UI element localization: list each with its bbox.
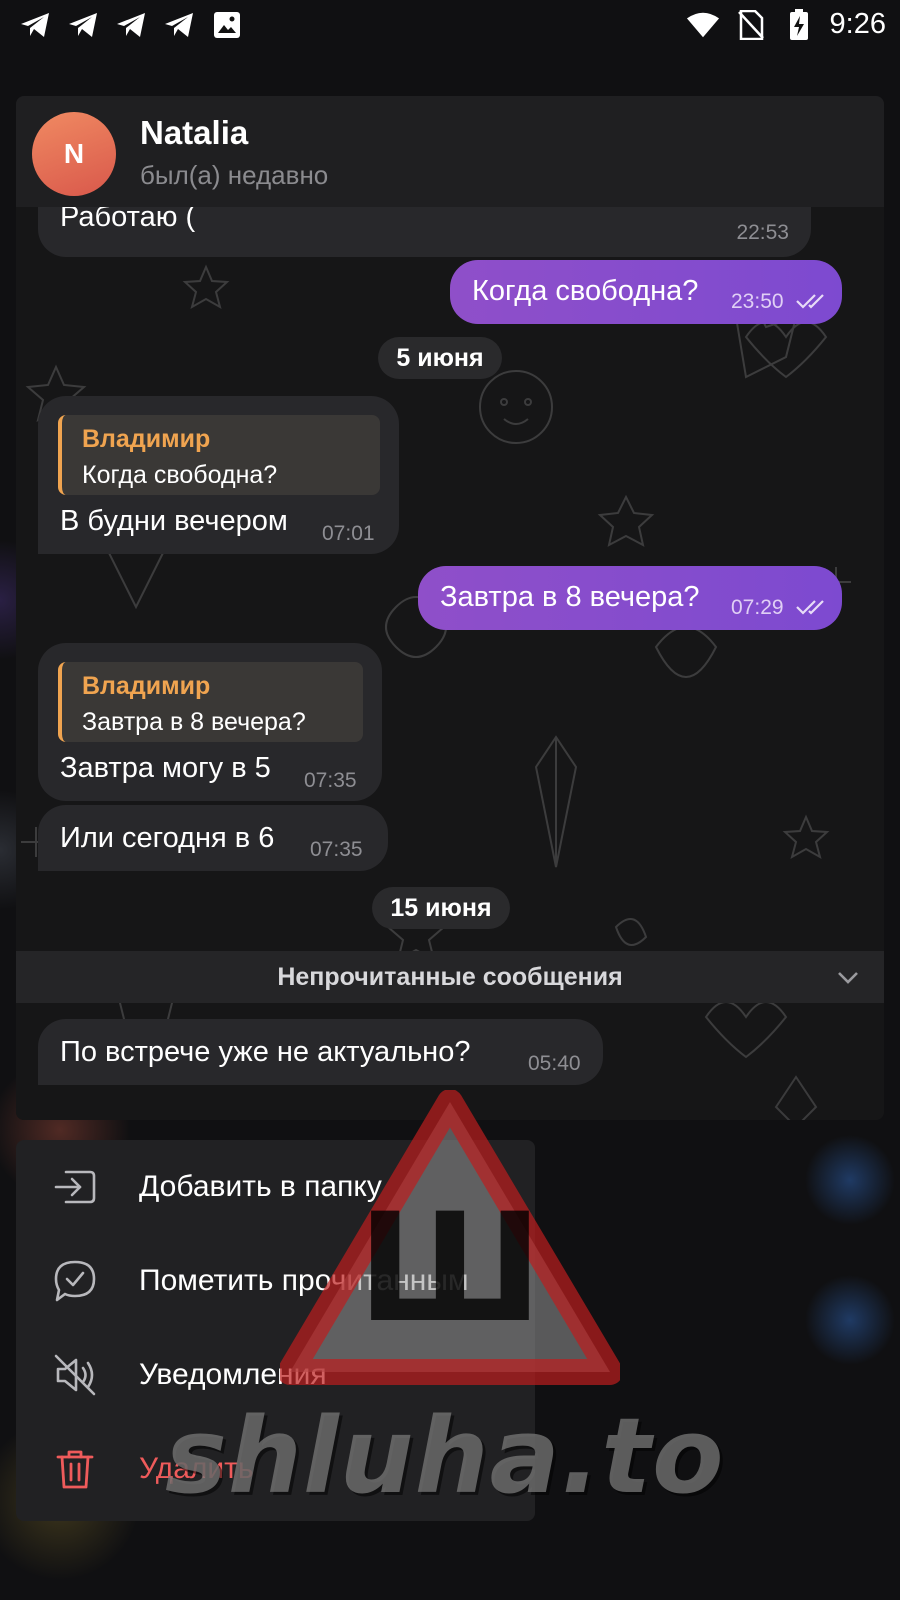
reply-text: Когда свободна? [82, 461, 278, 489]
message-bubble-incoming[interactable]: По встрече уже не актуально? 05:40 [38, 1019, 603, 1085]
message-bubble-incoming[interactable]: Владимир Завтра в 8 вечера? Завтра могу … [38, 643, 382, 801]
reply-quote[interactable]: Владимир Завтра в 8 вечера? [58, 662, 363, 742]
telegram-icon [18, 10, 52, 40]
message-text: Завтра в 8 вечера? [440, 581, 700, 613]
double-check-icon [796, 294, 824, 309]
message-bubble-incoming[interactable]: Или сегодня в 6 07:35 [38, 805, 388, 871]
message-bubble-outgoing[interactable]: Когда свободна? 23:50 [450, 260, 842, 324]
wifi-icon [686, 10, 720, 40]
mute-icon [54, 1354, 96, 1396]
message-time: 07:01 [322, 522, 375, 545]
chevron-down-icon[interactable] [836, 965, 860, 989]
double-check-icon [796, 600, 824, 615]
reply-quote[interactable]: Владимир Когда свободна? [58, 415, 380, 495]
chat-messages-area[interactable]: Работаю ( 22:53 Когда свободна? 23:50 5 … [16, 207, 884, 1120]
message-bubble-incoming[interactable]: Работаю ( 22:53 [38, 207, 811, 257]
message-text: Завтра могу в 5 [60, 752, 271, 784]
trash-icon [56, 1450, 94, 1489]
message-time: 05:40 [528, 1052, 581, 1075]
message-text: Когда свободна? [472, 275, 699, 307]
chat-preview-card[interactable]: N Natalia был(а) недавно Работаю (22:53… [16, 96, 884, 1120]
unread-messages-bar[interactable]: Непрочитанные сообщения [16, 951, 884, 1003]
message-text: Работаю ( [60, 207, 196, 233]
message-text: По встрече уже не актуально? [60, 1036, 471, 1068]
message-text: Или сегодня в 6 [60, 822, 275, 854]
reply-author: Владимир [82, 672, 211, 700]
reply-text: Завтра в 8 вечера? [82, 708, 306, 736]
chat-header[interactable]: N Natalia был(а) недавно [16, 96, 884, 207]
message-time: 07:35 [310, 838, 363, 861]
message-time: 23:50 [731, 290, 784, 313]
unread-messages-label: Непрочитанные сообщения [277, 963, 623, 991]
telegram-icon [66, 10, 100, 40]
chat-check-icon [54, 1260, 96, 1302]
reply-author: Владимир [82, 425, 211, 453]
message-bubble-incoming[interactable]: Владимир Когда свободна? В будни вечером… [38, 396, 399, 554]
image-icon [210, 10, 244, 40]
message-text: В будни вечером [60, 505, 288, 537]
message-time: 07:29 [731, 596, 784, 619]
chat-title: Natalia [140, 114, 249, 151]
folder-add-icon [54, 1170, 96, 1204]
watermark-text: shluha.to [165, 1395, 725, 1517]
date-separator: 5 июня [378, 337, 502, 379]
chat-status: был(а) недавно [140, 160, 329, 190]
telegram-icon [162, 10, 196, 40]
watermark-logo: Ш [280, 1090, 620, 1385]
status-bar: 9:26 [0, 0, 900, 50]
status-clock: 9:26 [829, 8, 886, 40]
message-bubble-outgoing[interactable]: Завтра в 8 вечера? 07:29 [418, 566, 842, 630]
message-time: 22:53 [736, 221, 789, 244]
battery-charging-icon [782, 8, 816, 40]
watermark-glyph: Ш [357, 1182, 542, 1356]
avatar[interactable]: N [32, 112, 116, 196]
message-time: 07:35 [304, 769, 357, 792]
date-separator: 15 июня [372, 887, 510, 929]
no-sim-icon [734, 9, 768, 40]
telegram-icon [114, 10, 148, 40]
